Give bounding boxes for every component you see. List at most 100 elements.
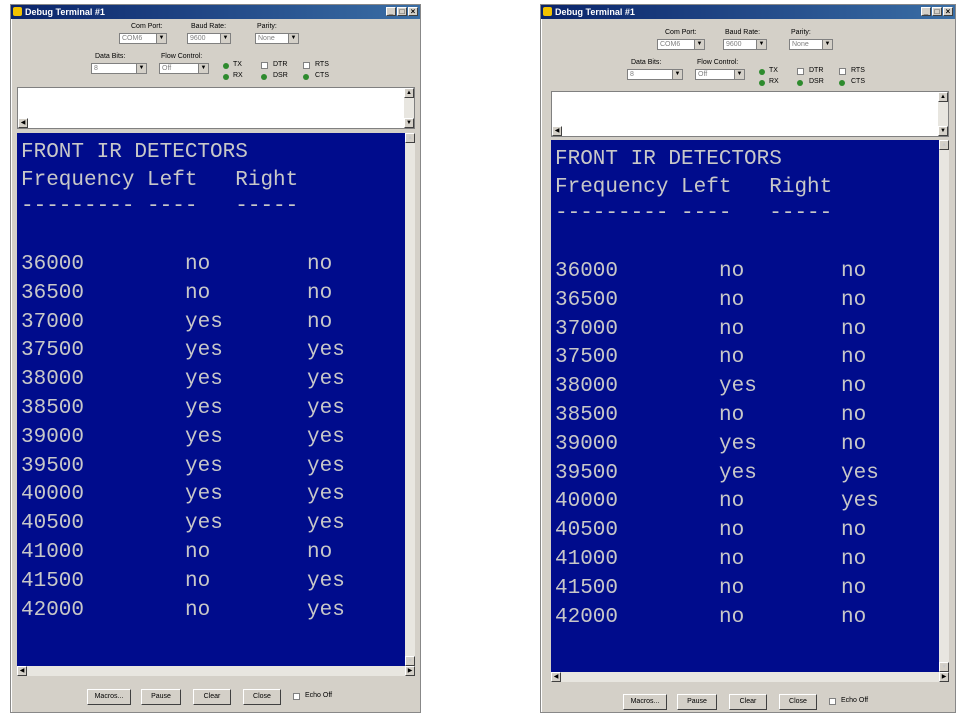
scroll-down-icon[interactable]: ▼ <box>404 118 414 128</box>
data-bits-value: 8 <box>630 71 634 78</box>
clear-button[interactable]: Clear <box>729 694 767 710</box>
dtr-label: DTR <box>273 61 288 68</box>
row-frequency: 41000 <box>21 541 85 564</box>
row-right-detector: yes <box>307 397 345 420</box>
parity-select[interactable]: None ▼ <box>789 39 833 50</box>
scroll-down-icon[interactable]: ▼ <box>405 656 415 666</box>
baud-rate-label: Baud Rate: <box>191 23 227 30</box>
com-port-value: COM6 <box>122 35 143 42</box>
title-bar[interactable]: Debug Terminal #1 _ □ × <box>11 5 420 19</box>
flow-control-select[interactable]: Off ▼ <box>695 69 745 80</box>
parity-select[interactable]: None ▼ <box>255 33 299 44</box>
row-frequency: 40000 <box>555 490 619 514</box>
transmit-input[interactable]: ▲ ▼ ◀ <box>551 91 949 137</box>
scroll-up-icon[interactable]: ▲ <box>404 88 414 98</box>
debug-terminal-window-2: Debug Terminal #1 _ □ × Com Port: COM6 ▼ … <box>540 4 956 713</box>
dsr-led-icon <box>797 80 803 86</box>
minimize-icon[interactable]: _ <box>921 7 931 16</box>
data-bits-select[interactable]: 8 ▼ <box>627 69 683 80</box>
maximize-icon[interactable]: □ <box>932 7 942 16</box>
scroll-left-icon[interactable]: ◀ <box>551 672 561 682</box>
row-left-detector: no <box>185 569 211 593</box>
close-icon[interactable]: × <box>943 7 953 16</box>
dsr-led-icon <box>261 74 267 80</box>
transmit-input[interactable]: ▲ ▼ ◀ <box>17 87 415 129</box>
pause-button[interactable]: Pause <box>677 694 717 710</box>
data-bits-select[interactable]: 8 ▼ <box>91 63 147 74</box>
com-port-label: Com Port: <box>665 29 697 36</box>
app-icon <box>13 7 22 16</box>
row-frequency: 42000 <box>555 605 619 629</box>
transmit-scrollbar[interactable]: ▲ ▼ <box>938 92 948 136</box>
row-left-detector: yes <box>185 425 223 449</box>
close-button[interactable]: Close <box>243 689 281 705</box>
terminal-scrollbar[interactable]: ▲ ▼ <box>405 133 415 666</box>
parity-label: Parity: <box>257 23 277 30</box>
row-left-detector: no <box>719 605 745 629</box>
dtr-checkbox[interactable] <box>261 62 268 69</box>
com-port-label: Com Port: <box>131 23 163 30</box>
chevron-down-icon: ▼ <box>288 34 298 43</box>
scroll-down-icon[interactable]: ▼ <box>939 662 949 672</box>
debug-terminal-window-1: Debug Terminal #1 _ □ × Com Port: COM6 ▼ … <box>10 4 421 713</box>
window-title: Debug Terminal #1 <box>25 7 105 17</box>
clear-button[interactable]: Clear <box>193 689 231 705</box>
row-frequency: 40500 <box>21 512 85 536</box>
flow-control-select[interactable]: Off ▼ <box>159 63 209 74</box>
dsr-label: DSR <box>809 78 824 85</box>
com-port-select[interactable]: COM6 ▼ <box>119 33 167 44</box>
row-frequency: 41000 <box>555 548 619 571</box>
echo-off-checkbox[interactable] <box>829 698 836 705</box>
terminal-scrollbar[interactable]: ▲ ▼ <box>939 140 949 672</box>
maximize-icon[interactable]: □ <box>397 7 407 16</box>
receive-terminal[interactable]: FRONT IR DETECTORS Frequency Left Right … <box>17 133 415 666</box>
baud-rate-select[interactable]: 9600 ▼ <box>723 39 767 50</box>
scroll-down-icon[interactable]: ▼ <box>938 126 948 136</box>
row-frequency: 39000 <box>555 432 619 456</box>
parity-value: None <box>792 41 809 48</box>
terminal-header-title: FRONT IR DETECTORS <box>21 141 248 164</box>
row-left-detector: yes <box>185 483 223 507</box>
scroll-up-icon[interactable]: ▲ <box>405 133 415 143</box>
dsr-label: DSR <box>273 72 288 79</box>
baud-rate-select[interactable]: 9600 ▼ <box>187 33 231 44</box>
scroll-up-icon[interactable]: ▲ <box>938 92 948 102</box>
com-port-select[interactable]: COM6 ▼ <box>657 39 705 50</box>
scroll-right-icon[interactable]: ▶ <box>405 666 415 676</box>
macros-button[interactable]: Macros... <box>87 689 131 705</box>
row-frequency: 41500 <box>555 576 619 600</box>
scroll-left-icon[interactable]: ◀ <box>17 666 27 676</box>
chevron-down-icon: ▼ <box>822 40 832 49</box>
terminal-header-divider: --------- ---- ----- <box>555 202 833 225</box>
close-icon[interactable]: × <box>408 7 418 16</box>
tx-led-icon <box>223 63 229 69</box>
row-frequency: 38500 <box>21 397 85 420</box>
cts-led-icon <box>303 74 309 80</box>
terminal-hscrollbar[interactable]: ◀ ▶ <box>17 666 415 676</box>
scroll-left-icon[interactable]: ◀ <box>552 126 562 136</box>
close-button[interactable]: Close <box>779 694 817 710</box>
dtr-checkbox[interactable] <box>797 68 804 75</box>
row-frequency: 37000 <box>21 310 85 334</box>
row-left-detector: yes <box>185 454 223 478</box>
macros-button[interactable]: Macros... <box>623 694 667 710</box>
transmit-scrollbar[interactable]: ▲ ▼ <box>404 88 414 128</box>
row-frequency: 37500 <box>21 339 85 363</box>
pause-button[interactable]: Pause <box>141 689 181 705</box>
scroll-up-icon[interactable]: ▲ <box>939 140 949 150</box>
minimize-icon[interactable]: _ <box>386 7 396 16</box>
rts-checkbox[interactable] <box>839 68 846 75</box>
data-bits-label: Data Bits: <box>95 53 126 60</box>
chevron-down-icon: ▼ <box>156 34 166 43</box>
receive-terminal[interactable]: FRONT IR DETECTORS Frequency Left Right … <box>551 140 949 672</box>
scroll-right-icon[interactable]: ▶ <box>939 672 949 682</box>
title-bar[interactable]: Debug Terminal #1 _ □ × <box>541 5 955 19</box>
scroll-left-icon[interactable]: ◀ <box>18 118 28 128</box>
row-frequency: 41500 <box>21 569 85 593</box>
row-frequency: 39500 <box>555 461 619 485</box>
data-bits-label: Data Bits: <box>631 59 662 66</box>
row-left-detector: yes <box>185 397 223 420</box>
rts-checkbox[interactable] <box>303 62 310 69</box>
terminal-hscrollbar[interactable]: ◀ ▶ <box>551 672 949 682</box>
echo-off-checkbox[interactable] <box>293 693 300 700</box>
